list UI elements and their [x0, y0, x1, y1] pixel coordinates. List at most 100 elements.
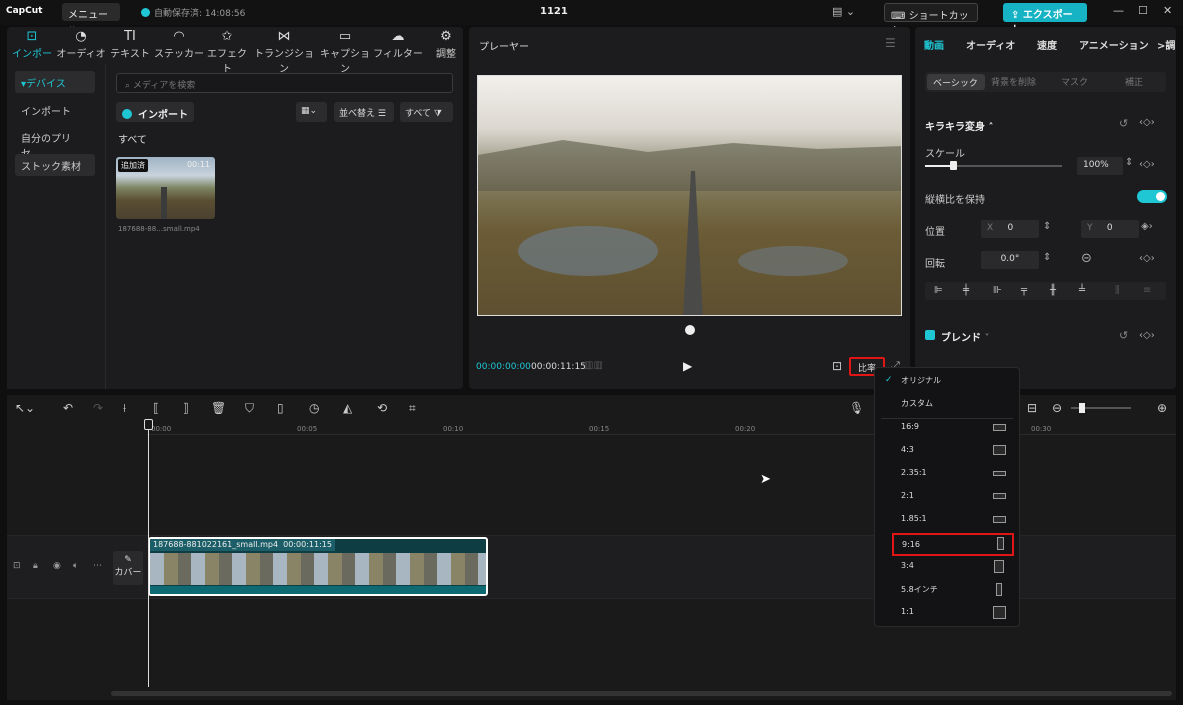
filter-button[interactable]: すべて ⧩ — [400, 102, 453, 122]
playhead-handle[interactable] — [144, 419, 153, 430]
crop-icon[interactable]: ⌗ — [409, 401, 416, 416]
export-button[interactable]: ⇪ エクスポート — [1003, 3, 1087, 36]
align-center-v-icon[interactable]: ╫ — [1050, 285, 1056, 296]
align-top-icon[interactable]: ╤ — [1021, 285, 1027, 296]
chevron-down-icon[interactable]: ˅ — [984, 333, 989, 344]
rotation-input[interactable]: 0.0° — [981, 251, 1039, 269]
video-clip[interactable]: 187688-881022161_small.mp4 00:00:11:15 — [148, 537, 488, 596]
stepper-icon[interactable]: ⇕ — [1043, 252, 1051, 263]
select-cursor-icon[interactable]: ↖⌄ — [15, 401, 35, 415]
keyframe-icon[interactable]: ‹◇› — [1139, 253, 1155, 264]
position-y-input[interactable]: Y 0 — [1081, 220, 1139, 238]
tab-caption[interactable]: ▭ キャプション — [317, 29, 373, 75]
menu-item-2-1[interactable]: 2:1 — [875, 486, 1019, 509]
scale-slider-handle[interactable] — [950, 161, 957, 170]
stepper-icon[interactable]: ⇕ — [1125, 157, 1133, 168]
close-icon[interactable]: ✕ — [1163, 4, 1172, 17]
hamburger-icon[interactable]: ☰ — [885, 36, 896, 50]
undo-icon[interactable]: ↶ — [63, 401, 73, 415]
cover-button[interactable]: ✎ カバー — [113, 551, 143, 585]
freeze-icon[interactable]: ▯ — [277, 401, 284, 415]
align-right-icon[interactable]: ⊪ — [993, 285, 1002, 296]
maximize-icon[interactable]: ☐ — [1138, 4, 1148, 17]
microphone-icon[interactable]: 🎙︎ — [849, 401, 864, 415]
zoom-focus-icon[interactable]: ⊡ — [832, 359, 842, 373]
media-thumbnail[interactable]: 追加済 00:11 — [116, 157, 215, 219]
preview-axis-icon[interactable]: ⊟ — [1027, 401, 1037, 415]
eye-icon[interactable]: ◉ — [53, 561, 61, 571]
trim-left-icon[interactable]: ⟦ — [153, 401, 159, 415]
menu-item-2-35-1[interactable]: 2.35:1 — [875, 463, 1019, 486]
tab-adjust[interactable]: ⚙ 調整 — [431, 29, 461, 60]
tab-video[interactable]: 動画 — [924, 37, 944, 52]
sidebar-item-presets[interactable]: 自分のプリセ… — [15, 126, 95, 160]
menu-item-4-3[interactable]: 4:3 — [875, 440, 1019, 463]
tab-effect[interactable]: ✩ エフェクト — [205, 29, 249, 75]
reset-icon[interactable]: ↺ — [1119, 117, 1128, 130]
tab-transition[interactable]: ⋈ トランジション — [251, 29, 317, 75]
menu-item-5-8-inch[interactable]: 5.8インチ — [875, 579, 1019, 602]
time-ruler[interactable]: 00:00 00:05 00:10 00:15 00:20 00:30 — [147, 423, 1176, 435]
delete-icon[interactable]: 🗑︎ — [211, 401, 226, 415]
shortcut-button[interactable]: ⌨ ショートカット — [884, 3, 978, 37]
stepper-icon[interactable]: ⇕ — [1043, 221, 1051, 232]
chevron-up-icon[interactable]: ˄ — [988, 122, 993, 133]
rotate-dial-icon[interactable]: ⊝ — [1081, 251, 1092, 266]
timeline-scrollbar[interactable] — [111, 691, 1172, 696]
scale-input[interactable]: 100% — [1077, 157, 1123, 175]
trim-right-icon[interactable]: ⟧ — [183, 401, 189, 415]
subtab-adjust[interactable]: 補正 — [1125, 75, 1143, 88]
rotate-icon[interactable]: ⟲ — [377, 401, 387, 415]
keyframe-icon[interactable]: ‹◇› — [1139, 330, 1155, 341]
mirror-icon[interactable]: ◭ — [343, 401, 352, 415]
speaker-icon[interactable]: 🔈︎ — [73, 561, 78, 571]
timeline-grid-icon[interactable]: ▥▥ — [584, 360, 603, 371]
tab-sticker[interactable]: ◠ ステッカー — [154, 29, 204, 60]
speed-icon[interactable]: ◷ — [309, 401, 319, 415]
menu-item-1-85-1[interactable]: 1.85:1 — [875, 509, 1019, 532]
zoom-out-icon[interactable]: ⊖ — [1052, 401, 1062, 415]
tab-more[interactable]: >調 — [1157, 37, 1175, 52]
blend-checkbox[interactable] — [925, 330, 935, 340]
keep-ratio-toggle[interactable] — [1137, 190, 1167, 203]
menu-item-1-1[interactable]: 1:1 — [875, 602, 1019, 625]
split-icon[interactable]: ⟊ — [123, 401, 126, 416]
sidebar-item-device[interactable]: ▾デバイス — [15, 71, 95, 93]
tab-filter[interactable]: ☁ フィルター — [373, 29, 423, 60]
play-icon[interactable]: ▶ — [683, 359, 692, 373]
subtab-basic[interactable]: ベーシック — [927, 74, 985, 90]
reset-icon[interactable]: ↺ — [1119, 329, 1128, 342]
lock-icon[interactable]: 🔒︎ — [33, 561, 38, 571]
tab-speed[interactable]: 速度 — [1037, 37, 1057, 52]
subtab-mask[interactable]: マスク — [1061, 75, 1088, 88]
video-preview[interactable] — [477, 75, 902, 316]
search-input[interactable]: ⌕ メディアを検索 — [116, 73, 453, 93]
zoom-in-icon[interactable]: ⊕ — [1157, 401, 1167, 415]
layout-icon[interactable]: ▤ ⌄ — [832, 5, 855, 18]
tab-audio[interactable]: ◔ オーディオ — [56, 29, 106, 60]
position-x-input[interactable]: X 0 — [981, 220, 1039, 238]
menu-button[interactable]: メニュー ⌄ — [62, 3, 120, 32]
menu-item-custom[interactable]: カスタム — [875, 393, 1019, 416]
tab-audio-props[interactable]: オーディオ — [966, 37, 1015, 52]
subtab-remove-bg[interactable]: 背景を削除 — [991, 75, 1036, 88]
tab-animation[interactable]: アニメーション — [1079, 37, 1149, 52]
keyframe-icon[interactable]: ‹◇› — [1139, 159, 1155, 170]
align-bottom-icon[interactable]: ╧ — [1079, 285, 1085, 296]
view-toggle-button[interactable]: ▦⌄ — [296, 102, 327, 122]
zoom-slider-handle[interactable] — [1079, 403, 1085, 413]
import-button[interactable]: インポート — [116, 102, 194, 122]
menu-item-16-9[interactable]: 16:9 — [875, 417, 1019, 440]
align-left-icon[interactable]: ⊫ — [934, 285, 943, 296]
minimize-icon[interactable]: — — [1113, 4, 1124, 17]
menu-item-9-16[interactable]: 9:16 — [892, 533, 1014, 556]
sidebar-item-import[interactable]: インポート — [15, 99, 95, 121]
playhead-line[interactable] — [148, 422, 149, 687]
keyframe-icon[interactable]: ◈› — [1141, 221, 1153, 232]
keyframe-icon[interactable]: ‹◇› — [1139, 117, 1155, 128]
align-center-h-icon[interactable]: ╪ — [963, 285, 969, 296]
tab-text[interactable]: TI テキスト — [108, 29, 152, 60]
menu-item-3-4[interactable]: 3:4 — [875, 556, 1019, 579]
scrub-handle[interactable] — [685, 325, 695, 335]
sidebar-item-stock[interactable]: ストック素材 — [15, 154, 95, 176]
